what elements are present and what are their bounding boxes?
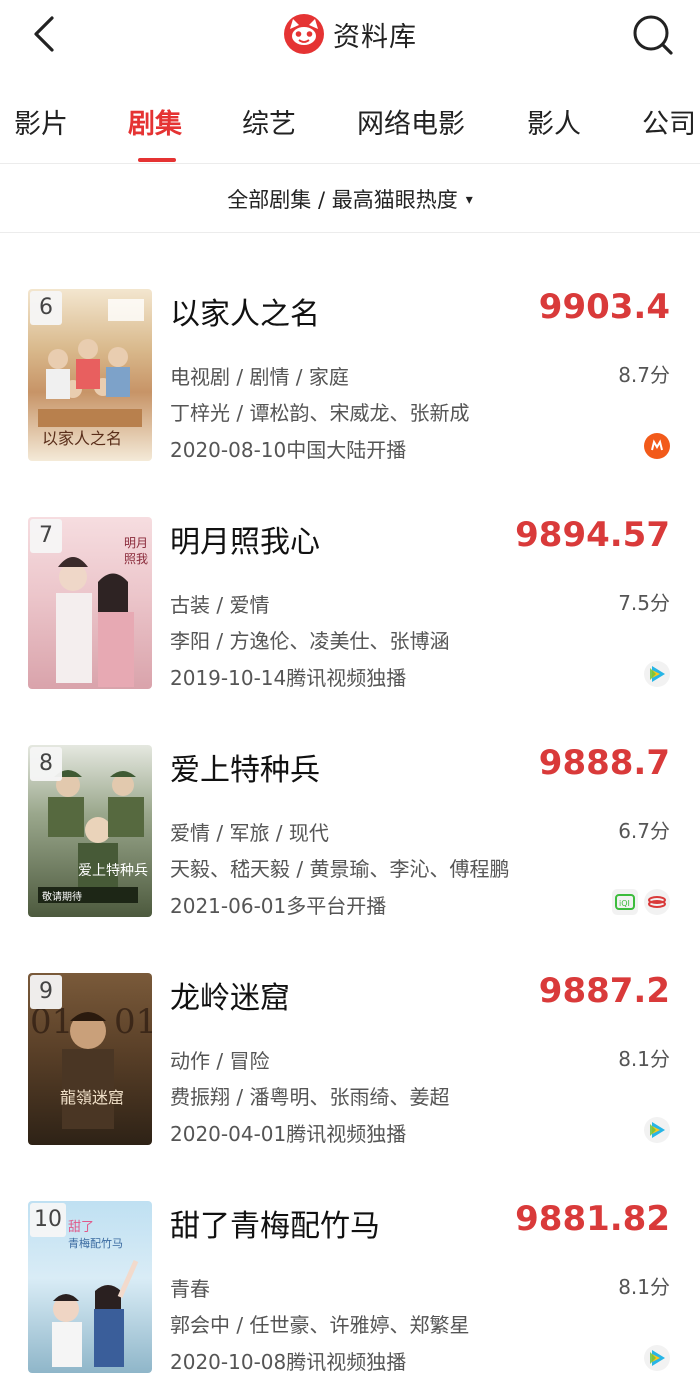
heat-score: 9894.57 (515, 515, 670, 555)
active-tab-indicator (138, 158, 176, 162)
series-title[interactable]: 爱上特种兵 (170, 745, 320, 789)
tab-series[interactable]: 剧集 (128, 102, 182, 141)
list-item[interactable]: 爱上特种兵 敬请期待 8 爱上特种兵 9888.7 爱情 / 军旅 / 现代 6… (0, 689, 700, 918)
caret-down-icon: ▾ (465, 191, 473, 208)
list-item[interactable]: 以家人之名 6 以家人之名 9903.4 电视剧 / 剧情 / 家庭 8.7分 … (0, 233, 700, 462)
top-bar: 资料库 (0, 0, 700, 76)
svg-text:龍嶺迷窟: 龍嶺迷窟 (60, 1088, 124, 1107)
tab-companies[interactable]: 公司 (642, 102, 696, 141)
series-title[interactable]: 甜了青梅配竹马 (170, 1201, 380, 1245)
genres: 青春 (170, 1277, 210, 1301)
rank-badge: 6 (30, 291, 62, 325)
brand: 资料库 (0, 12, 700, 56)
platform-icons (644, 1117, 670, 1143)
platform-icons (644, 433, 670, 459)
platform-icons (644, 661, 670, 687)
heat-score: 9888.7 (538, 743, 670, 783)
category-tabs: 影片 剧集 综艺 网络电影 影人 公司 (0, 86, 700, 164)
svg-text:甜了: 甜了 (68, 1219, 94, 1235)
poster-image[interactable]: 爱上特种兵 敬请期待 8 (28, 745, 152, 917)
svg-text:青梅配竹马: 青梅配竹马 (68, 1236, 123, 1250)
tab-web-films[interactable]: 网络电影 (357, 102, 465, 141)
rating: 6.7分 (618, 819, 670, 843)
cctv-icon[interactable] (644, 889, 670, 915)
rank-badge: 8 (30, 747, 62, 781)
svg-text:敬请期待: 敬请期待 (42, 890, 82, 903)
iqiyi-icon[interactable]: iQI (612, 889, 638, 915)
series-title[interactable]: 龙岭迷窟 (170, 973, 290, 1017)
search-button[interactable] (630, 12, 676, 58)
rating: 8.1分 (618, 1047, 670, 1071)
heat-score: 9903.4 (538, 287, 670, 327)
rank-badge: 7 (30, 519, 62, 553)
svg-text:iQI: iQI (619, 899, 630, 908)
rank-badge: 10 (30, 1203, 66, 1237)
poster-image[interactable]: 以家人之名 6 (28, 289, 152, 461)
svg-text:01: 01 (114, 1002, 152, 1042)
svg-text:以家人之名: 以家人之名 (42, 429, 122, 448)
genres: 爱情 / 军旅 / 现代 (170, 821, 329, 845)
tencent-video-icon[interactable] (644, 1117, 670, 1143)
cast: 李阳 / 方逸伦、凌美仕、张博涵 (170, 629, 450, 653)
rating: 8.1分 (618, 1275, 670, 1299)
release-info: 2019-10-14腾讯视频独播 (170, 666, 407, 690)
rating: 8.7分 (618, 363, 670, 387)
platform-icons (644, 1345, 670, 1371)
rating: 7.5分 (618, 591, 670, 615)
tab-variety[interactable]: 综艺 (242, 102, 296, 141)
release-info: 2021-06-01多平台开播 (170, 894, 387, 918)
tencent-video-icon[interactable] (644, 661, 670, 687)
svg-text:明月: 明月 (124, 536, 148, 550)
platform-icons: iQI (612, 889, 670, 915)
cast: 费振翔 / 潘粤明、张雨绮、姜超 (170, 1085, 450, 1109)
cast: 丁梓光 / 谭松韵、宋威龙、张新成 (170, 401, 470, 425)
maoyan-cat-logo-icon (284, 14, 324, 54)
mango-tv-icon[interactable] (644, 433, 670, 459)
poster-image[interactable]: 明月 照我 7 (28, 517, 152, 689)
series-title[interactable]: 明月照我心 (170, 517, 320, 561)
list-item[interactable]: 甜了 青梅配竹马 10 甜了青梅配竹马 9881.82 青春 8.1分 郭会中 … (0, 1145, 700, 1374)
cast: 天毅、嵇天毅 / 黄景瑜、李沁、傅程鹏 (170, 857, 510, 881)
page-title: 资料库 (333, 21, 417, 53)
release-info: 2020-08-10中国大陆开播 (170, 438, 407, 462)
genres: 动作 / 冒险 (170, 1049, 270, 1073)
release-info: 2020-04-01腾讯视频独播 (170, 1122, 407, 1146)
tab-people[interactable]: 影人 (527, 102, 581, 141)
genres: 电视剧 / 剧情 / 家庭 (170, 365, 349, 389)
poster-image[interactable]: 01 01 龍嶺迷窟 9 (28, 973, 152, 1145)
genres: 古装 / 爱情 (170, 593, 270, 617)
list-item[interactable]: 01 01 龍嶺迷窟 9 龙岭迷窟 9887.2 动作 / 冒险 8.1分 费振… (0, 917, 700, 1146)
poster-image[interactable]: 甜了 青梅配竹马 10 (28, 1201, 152, 1373)
rank-badge: 9 (30, 975, 62, 1009)
svg-text:爱上特种兵: 爱上特种兵 (78, 863, 148, 879)
heat-score: 9881.82 (515, 1199, 670, 1239)
list-item[interactable]: 明月 照我 7 明月照我心 9894.57 古装 / 爱情 7.5分 李阳 / … (0, 461, 700, 690)
filter-label: 全部剧集 / 最高猫眼热度 (227, 187, 458, 212)
tencent-video-icon[interactable] (644, 1345, 670, 1371)
release-info: 2020-10-08腾讯视频独播 (170, 1350, 407, 1374)
heat-score: 9887.2 (538, 971, 670, 1011)
tab-films[interactable]: 影片 (14, 102, 68, 141)
series-title[interactable]: 以家人之名 (170, 289, 320, 333)
search-icon (633, 15, 673, 55)
cast: 郭会中 / 任世豪、许雅婷、郑繁星 (170, 1313, 470, 1337)
sort-filter[interactable]: 全部剧集 / 最高猫眼热度 ▾ (0, 165, 700, 233)
svg-text:照我: 照我 (124, 552, 148, 566)
